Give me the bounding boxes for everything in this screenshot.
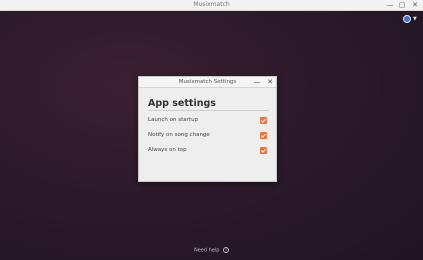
help-label: Need help xyxy=(193,247,220,254)
maximize-button[interactable]: ▢ xyxy=(395,0,409,11)
chevron-down-icon: ▼ xyxy=(413,16,417,22)
help-link[interactable]: Need help ? xyxy=(0,247,423,254)
checkbox-launch-on-startup[interactable] xyxy=(260,117,267,124)
checkbox-notify-on-song-change[interactable] xyxy=(260,132,267,139)
checkmark-icon xyxy=(260,148,267,153)
checkmark-icon xyxy=(260,118,267,123)
window-title: Musixmatch xyxy=(193,1,230,8)
dialog-minimize-button[interactable]: — xyxy=(252,78,262,87)
option-label-launch-on-startup: Launch on startup xyxy=(148,117,199,123)
checkmark-icon xyxy=(260,133,267,138)
option-label-always-on-top: Always on top xyxy=(148,147,187,153)
dialog-titlebar: Musixmatch Settings — ✕ xyxy=(139,77,276,88)
dialog-close-button[interactable]: ✕ xyxy=(265,78,275,87)
account-menu[interactable]: ▼ xyxy=(403,14,417,24)
settings-heading: App settings xyxy=(148,98,216,109)
close-button[interactable]: ✕ xyxy=(408,0,422,11)
divider xyxy=(148,110,269,111)
app-titlebar: Musixmatch — ▢ ✕ xyxy=(0,0,423,11)
settings-dialog: Musixmatch Settings — ✕ App settings Lau… xyxy=(138,76,277,182)
checkbox-always-on-top[interactable] xyxy=(260,147,267,154)
option-label-notify-on-song-change: Notify on song change xyxy=(148,132,210,138)
account-icon xyxy=(403,15,411,23)
help-circle-icon: ? xyxy=(223,247,230,253)
